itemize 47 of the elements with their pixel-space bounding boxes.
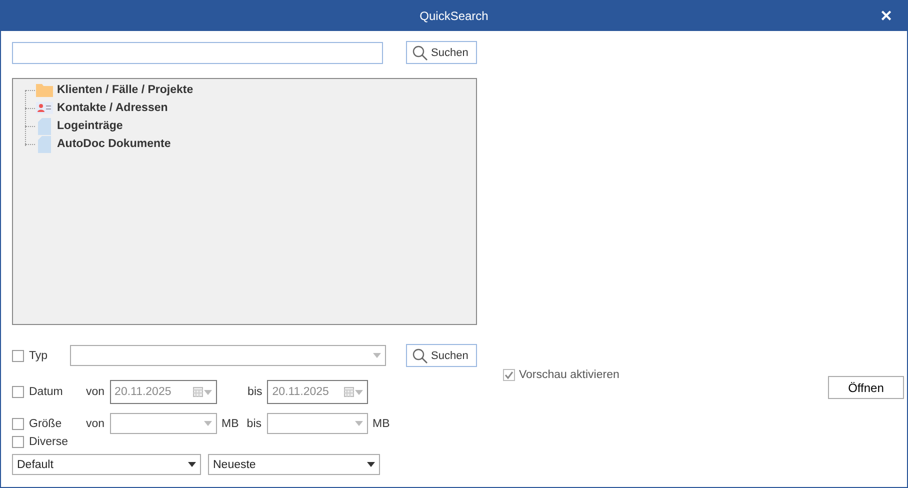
calendar-icon (344, 387, 354, 397)
checkbox[interactable] (12, 436, 24, 448)
tree-item[interactable]: Klienten / Fälle / Projekte (57, 84, 194, 96)
caret-icon (367, 462, 375, 467)
checkbox[interactable] (12, 418, 24, 430)
order-dropdown[interactable]: Neueste (208, 454, 380, 475)
tree-item[interactable]: Kontakte / Adressen (57, 102, 168, 114)
checkbox[interactable] (12, 386, 24, 398)
size-label: Größe (29, 418, 63, 430)
tree-item[interactable]: AutoDoc Dokumente (57, 138, 171, 150)
tree-item[interactable]: Logeinträge (57, 120, 123, 132)
date-label: Datum (29, 386, 64, 398)
caret-icon (373, 353, 381, 358)
caret-icon (188, 462, 196, 467)
from-label: von (86, 418, 105, 430)
size-dropdown[interactable] (266, 413, 368, 434)
caret-icon (204, 421, 212, 426)
open-button[interactable]: Öffnen (828, 376, 904, 399)
date-field[interactable]: 20.11.2025 (110, 380, 217, 404)
search-button[interactable]: Suchen (406, 344, 477, 367)
close-button[interactable]: ✕ (880, 7, 893, 25)
to-label: bis (246, 418, 262, 430)
from-label: von (86, 386, 105, 398)
search-icon (412, 348, 428, 364)
contact-card-icon (36, 102, 52, 114)
type-label: Typ (29, 350, 49, 362)
search-field[interactable] (12, 42, 383, 64)
caret-icon (355, 390, 364, 394)
to-label: bis (248, 386, 262, 398)
sort-dropdown[interactable]: Default (12, 454, 201, 475)
document-icon (38, 118, 50, 134)
search-button[interactable]: Suchen (406, 41, 477, 64)
document-icon (38, 136, 50, 152)
unit-label: MB (222, 418, 239, 430)
checkbox[interactable] (12, 350, 24, 362)
size-dropdown[interactable] (110, 413, 217, 434)
search-icon (412, 44, 428, 60)
caret-icon (204, 390, 212, 394)
calendar-icon (192, 387, 203, 397)
preview-label: Vorschau aktivieren (519, 369, 620, 381)
caret-icon (354, 421, 362, 426)
misc-label: Diverse (29, 436, 68, 448)
folder-icon (36, 83, 52, 97)
date-field[interactable]: 20.11.2025 (267, 380, 368, 404)
unit-label: MB (372, 418, 390, 430)
type-dropdown[interactable] (70, 345, 386, 366)
window-title: QuickSearch (420, 8, 488, 22)
